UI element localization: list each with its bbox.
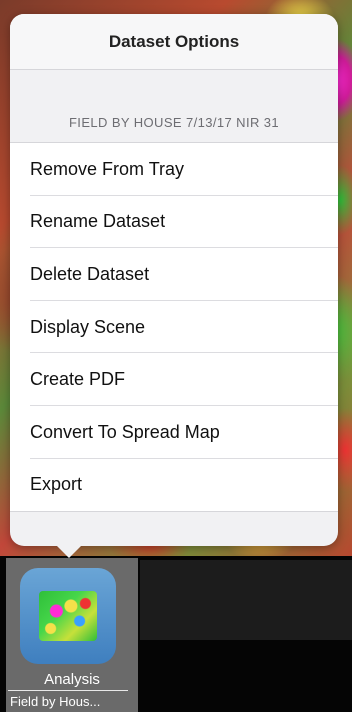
options-menu: Remove From Tray Rename Dataset Delete D… xyxy=(10,142,338,513)
tray-item-label: Analysis xyxy=(44,670,100,688)
dataset-options-popover: Dataset Options FIELD BY HOUSE 7/13/17 N… xyxy=(10,14,338,546)
delete-dataset-option[interactable]: Delete Dataset xyxy=(10,248,338,301)
rename-dataset-option[interactable]: Rename Dataset xyxy=(10,196,338,249)
tray-divider xyxy=(8,690,128,691)
analysis-app-icon[interactable] xyxy=(20,568,116,664)
convert-to-spread-map-option[interactable]: Convert To Spread Map xyxy=(10,406,338,459)
display-scene-option[interactable]: Display Scene xyxy=(10,301,338,354)
remove-from-tray-option[interactable]: Remove From Tray xyxy=(10,143,338,196)
field-map-thumbnail-icon xyxy=(39,591,97,641)
tray-item-sublabel: Field by Hous... xyxy=(10,694,101,709)
tray-item-analysis[interactable]: Analysis Field by Hous... xyxy=(6,558,138,712)
export-option[interactable]: Export xyxy=(10,459,338,512)
popover-arrow xyxy=(55,544,83,558)
popover-title: Dataset Options xyxy=(10,14,338,70)
create-pdf-option[interactable]: Create PDF xyxy=(10,353,338,406)
dataset-section-header: FIELD BY HOUSE 7/13/17 NIR 31 xyxy=(68,114,280,130)
tray-strip xyxy=(140,560,352,640)
